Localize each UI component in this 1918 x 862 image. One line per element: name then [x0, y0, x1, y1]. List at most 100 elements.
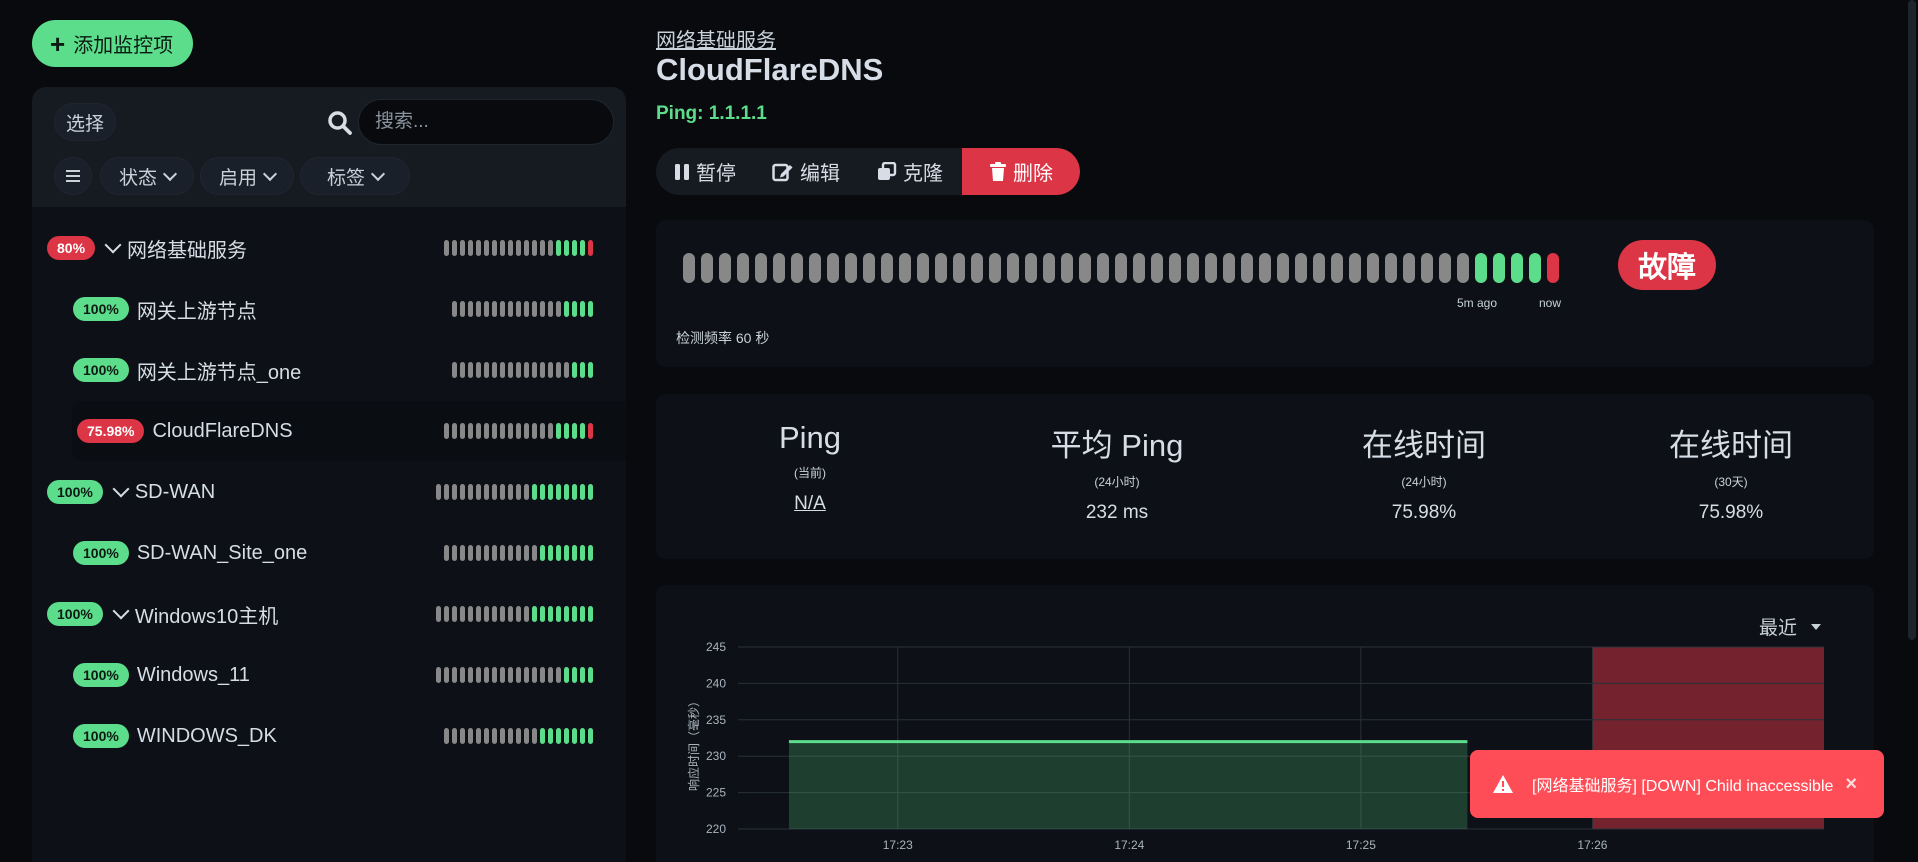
heartbeat-beat — [516, 545, 521, 561]
add-monitor-label: 添加监控项 — [73, 35, 174, 57]
heartbeat-beat — [737, 253, 749, 283]
breadcrumb-parent-group[interactable]: 网络基础服务 — [656, 24, 776, 53]
heartbeat-beat — [580, 667, 585, 683]
close-icon[interactable]: × — [1845, 773, 1857, 796]
chevron-down-icon — [370, 166, 386, 181]
filter-status-dropdown[interactable]: 状态 — [100, 157, 194, 195]
heartbeat-beat — [444, 606, 449, 622]
heartbeat-beat — [1277, 253, 1289, 283]
response-time-card: 220 225 230 235 240 245 17:23 17:24 17:25 17:26 响应… — [656, 585, 1874, 862]
search-icon[interactable] — [325, 108, 355, 138]
heartbeat-beat — [564, 301, 569, 317]
monitor-list-item[interactable]: 100% 网关上游节点_one — [73, 340, 594, 400]
heartbeat-beat — [492, 362, 497, 378]
heartbeat-beat — [436, 606, 441, 622]
clone-label: 克隆 — [903, 163, 943, 185]
monitor-name: WINDOWS_DK — [136, 724, 277, 747]
heartbeat-beat — [484, 606, 489, 622]
heartbeat-beat — [540, 362, 545, 378]
monitor-list-item[interactable]: 100% Windows10主机 — [47, 584, 594, 644]
monitor-list-item[interactable]: 75.98% CloudFlareDNS — [72, 401, 626, 461]
heartbeat-beat — [492, 423, 497, 439]
filter-active-dropdown[interactable]: 启用 — [200, 157, 294, 195]
monitor-name: 网络基础服务 — [127, 239, 248, 262]
edit-button[interactable]: 编辑 — [754, 148, 858, 195]
stat-title: 在线时间 — [1669, 428, 1793, 463]
heartbeat-beat — [773, 253, 785, 283]
monitor-name: Windows10主机 — [134, 605, 279, 628]
heartbeat-beat — [917, 253, 929, 283]
heartbeat-beat — [564, 423, 569, 439]
heartbeat-beat — [452, 301, 457, 317]
monitor-name: Windows_11 — [136, 663, 250, 686]
clone-button[interactable]: 克隆 — [858, 148, 962, 195]
chevron-down-icon[interactable] — [104, 236, 122, 254]
heartbeat-beat — [588, 362, 593, 378]
mini-heartbeat-bar — [444, 545, 593, 561]
heartbeat-beat — [556, 301, 561, 317]
stat-value: 75.98% — [1698, 502, 1764, 523]
stat-uptime-24h: 在线时间 (24小时) 75.98% — [1274, 420, 1574, 524]
heartbeat-beat — [484, 301, 489, 317]
monitor-list-item[interactable]: 80% 网络基础服务 — [47, 218, 594, 278]
stat-value[interactable]: N/A — [660, 493, 960, 515]
period-dropdown[interactable]: 最近 — [1759, 613, 1822, 640]
heartbeat-beat — [492, 301, 497, 317]
heartbeat-beat — [1241, 253, 1253, 283]
uptime-badge: 100% — [73, 297, 129, 321]
page-scrollbar[interactable] — [1908, 0, 1916, 640]
heartbeat-beat — [460, 606, 465, 622]
mini-heartbeat-bar — [436, 606, 593, 622]
heartbeat-beat — [532, 301, 537, 317]
uptime-badge: 80% — [47, 236, 96, 260]
heartbeat-beat — [500, 484, 505, 500]
heartbeat-beat — [508, 484, 513, 500]
heartbeat-beat — [524, 423, 529, 439]
heartbeat-beat — [492, 728, 497, 744]
heartbeat-beat — [468, 301, 473, 317]
chevron-down-icon[interactable] — [112, 480, 130, 498]
heartbeat-beat — [1187, 253, 1199, 283]
heartbeat-beat — [701, 253, 713, 283]
heartbeat-beat — [508, 545, 513, 561]
pause-button[interactable]: 暂停 — [656, 148, 754, 195]
x-tick-label: 17:24 — [1114, 838, 1144, 852]
monitor-list-item[interactable]: 100% Windows_11 — [73, 645, 594, 705]
monitor-list-item[interactable]: 100% 网关上游节点 — [73, 279, 594, 339]
heartbeat-beat — [444, 240, 449, 256]
add-monitor-button[interactable]: + 添加监控项 — [32, 20, 194, 67]
uptime-badge: 100% — [73, 358, 129, 382]
chevron-down-icon[interactable] — [112, 602, 130, 620]
heartbeat-beat — [540, 606, 545, 622]
heartbeat-beat — [500, 545, 505, 561]
monitor-list-item[interactable]: 100% WINDOWS_DK — [73, 706, 594, 766]
heartbeat-beat — [460, 301, 465, 317]
mini-heartbeat-bar — [436, 667, 593, 683]
heartbeat-beat — [540, 301, 545, 317]
filter-tags-dropdown[interactable]: 标签 — [300, 157, 410, 195]
heartbeat-beat — [508, 240, 513, 256]
heartbeat-beat — [1493, 253, 1505, 283]
heartbeat-beat — [588, 606, 593, 622]
heartbeat-beat — [953, 253, 965, 283]
heartbeat-beat — [524, 606, 529, 622]
heartbeat-beat — [468, 606, 473, 622]
heartbeat-beat — [484, 362, 489, 378]
heartbeat-beat — [532, 728, 537, 744]
heartbeat-beat — [524, 301, 529, 317]
chevron-down-icon — [162, 166, 178, 181]
search-input[interactable] — [358, 99, 614, 145]
monitor-list-item[interactable]: 100% SD-WAN — [47, 462, 594, 522]
heartbeat-beat — [588, 545, 593, 561]
heartbeat-beat — [556, 240, 561, 256]
monitor-list-item[interactable]: 100% SD-WAN_Site_one — [73, 523, 594, 583]
monitor-name: CloudFlareDNS — [152, 419, 293, 442]
heartbeat-beat — [1529, 253, 1541, 283]
filter-toggle-button[interactable] — [54, 157, 92, 195]
delete-button[interactable]: 删除 — [962, 148, 1080, 195]
stat-title: 平均 Ping — [1050, 428, 1184, 463]
select-button[interactable]: 选择 — [54, 103, 116, 141]
heartbeat-beat — [548, 423, 553, 439]
heartbeat-beat — [564, 240, 569, 256]
heartbeat-beat — [508, 423, 513, 439]
